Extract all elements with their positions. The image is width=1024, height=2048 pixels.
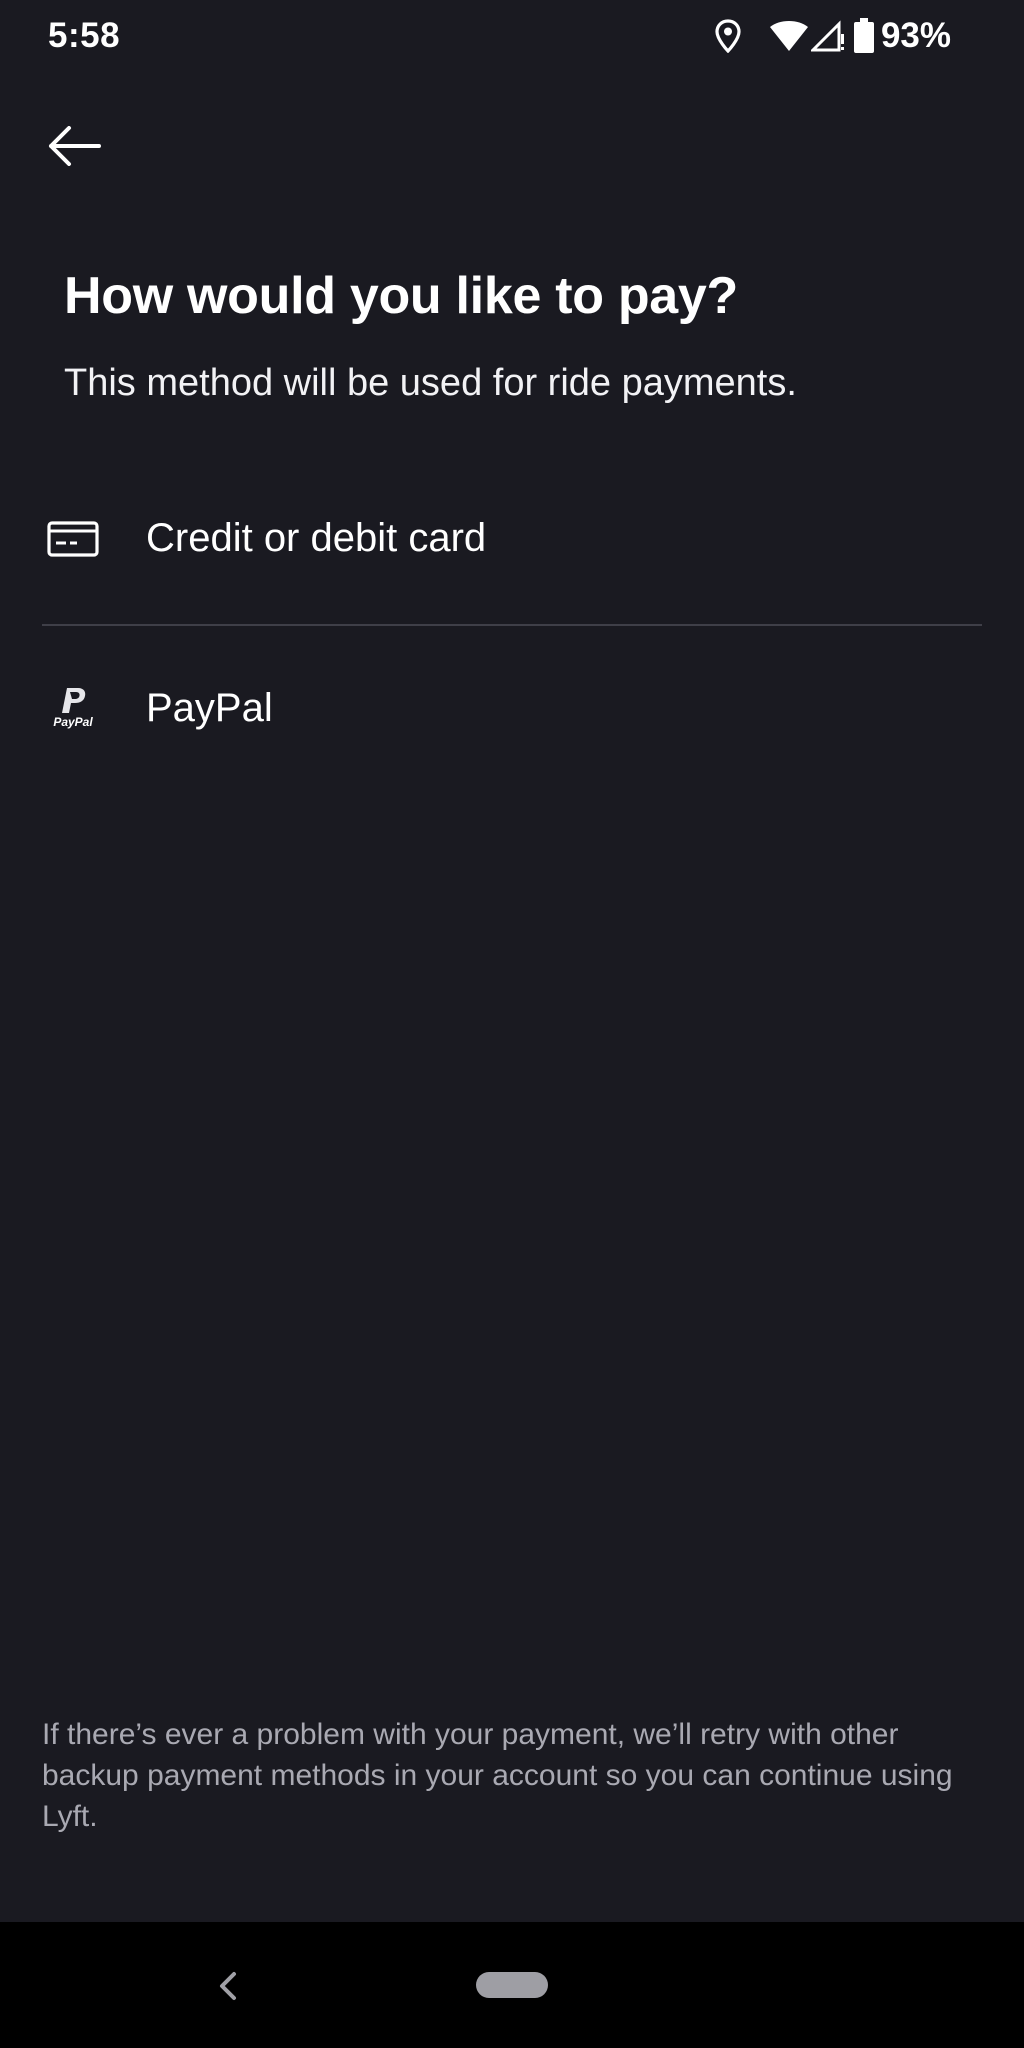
navigation-bar — [0, 1922, 1024, 2048]
page-subtitle: This method will be used for ride paymen… — [64, 362, 797, 404]
home-pill-icon[interactable] — [476, 1972, 548, 1998]
nav-back-icon — [220, 1972, 236, 2000]
payment-option-label: Credit or debit card — [146, 516, 487, 560]
status-time: 5:58 — [48, 16, 121, 55]
payment-option-paypal[interactable]: PayPal PayPal — [0, 644, 1024, 774]
back-button[interactable] — [40, 116, 108, 176]
cellular-signal-icon — [810, 20, 845, 52]
battery-percent: 93% — [880, 16, 951, 55]
status-icons: 93% — [715, 14, 951, 58]
payment-option-card[interactable]: Credit or debit card — [0, 474, 1024, 604]
payment-option-label: PayPal — [146, 686, 273, 730]
paypal-icon-text: PayPal — [53, 714, 93, 729]
arrow-left-icon — [49, 126, 101, 166]
page-title: How would you like to pay? — [64, 267, 739, 325]
credit-card-icon — [44, 510, 102, 568]
status-bar: 5:58 93% — [0, 0, 1024, 72]
divider — [42, 624, 982, 626]
nav-back-button[interactable] — [206, 1956, 250, 2016]
battery-icon — [853, 18, 875, 54]
paypal-icon: PayPal — [44, 678, 102, 736]
wifi-icon — [769, 20, 809, 52]
location-icon — [715, 19, 741, 53]
footer-note: If there’s ever a problem with your paym… — [42, 1718, 953, 1833]
